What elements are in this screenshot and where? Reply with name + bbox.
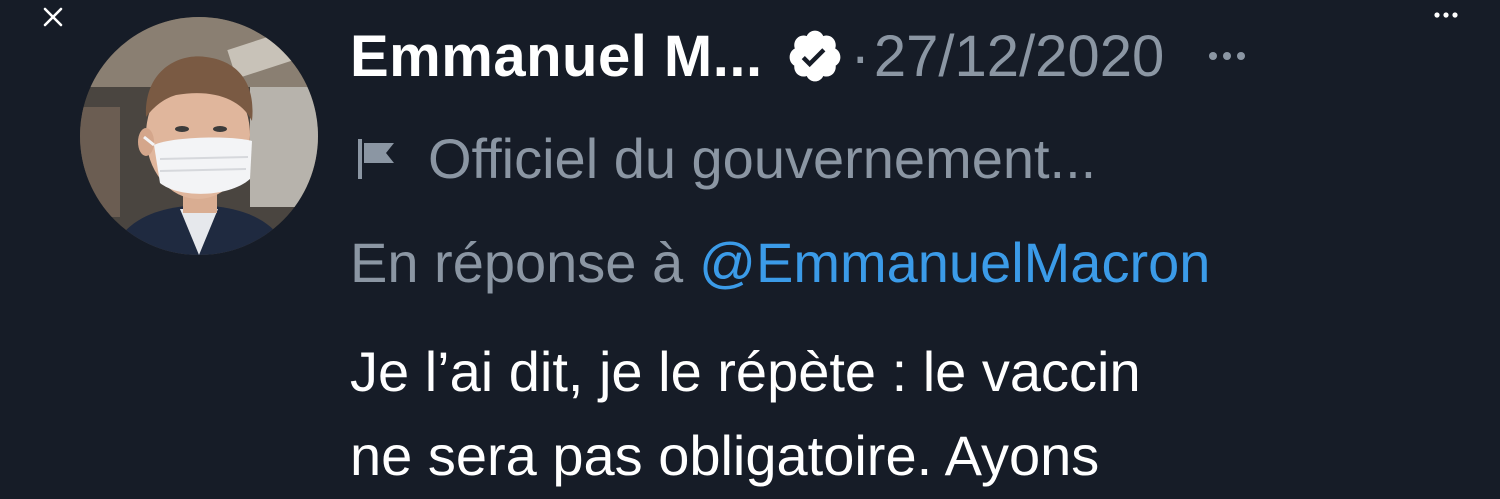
avatar-photo: [80, 17, 318, 255]
tweet-body: Je l’ai dit, je le répète : le vaccin ne…: [350, 330, 1460, 498]
close-button[interactable]: [36, 0, 70, 34]
flag-icon: [354, 132, 406, 184]
close-icon: [43, 7, 63, 27]
reply-mention-link[interactable]: @EmmanuelMacron: [699, 230, 1210, 295]
more-horizontal-icon: [1209, 52, 1246, 60]
label-text[interactable]: Officiel du gouvernement...: [428, 126, 1096, 191]
tweet-header: Emmanuel M... · 27/12/2020: [350, 16, 1248, 96]
header-separator: ·: [850, 23, 870, 89]
reply-context: En réponse à @EmmanuelMacron: [350, 222, 1210, 302]
author-name[interactable]: Emmanuel M...: [350, 23, 763, 90]
tweet-more-button[interactable]: [1208, 46, 1248, 66]
reply-prefix: En réponse à: [350, 230, 684, 294]
tweet-date[interactable]: 27/12/2020: [874, 23, 1164, 90]
government-label: Officiel du gouvernement...: [354, 120, 1096, 196]
top-more-button[interactable]: [1426, 0, 1466, 30]
verified-badge-icon: [785, 26, 845, 86]
tweet-body-line: Je l’ai dit, je le répète : le vaccin: [350, 340, 1141, 403]
tweet-body-line: ne sera pas obligatoire. Ayons: [350, 424, 1100, 487]
avatar[interactable]: [80, 17, 318, 255]
more-horizontal-icon: [1434, 12, 1458, 18]
